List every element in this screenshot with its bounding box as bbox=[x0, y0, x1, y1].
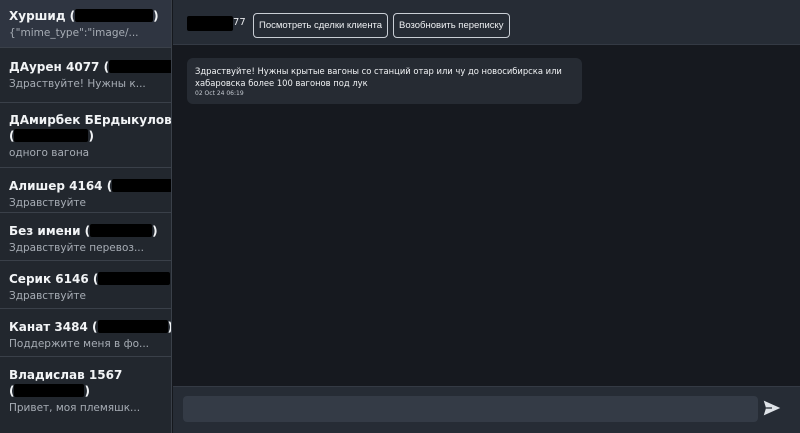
redacted-phone bbox=[98, 272, 171, 285]
chat-name-line2: () bbox=[9, 383, 163, 399]
chat-name-text: Канат 3484 ( bbox=[9, 320, 98, 334]
contact-id-suffix: 77 bbox=[233, 17, 246, 28]
chat-list-item[interactable]: Владислав 1567 () Привет, моя племяшк... bbox=[0, 357, 171, 427]
chat-name-suffix: ) bbox=[152, 224, 158, 238]
chat-name: Хуршид () bbox=[9, 8, 163, 24]
chat-list-sidebar: Хуршид () {"mime_type":"image/... ДАурен… bbox=[0, 0, 172, 433]
redacted-phone bbox=[90, 224, 153, 237]
redacted-phone bbox=[112, 179, 171, 192]
chat-list-item[interactable]: ДАурен 4077 () Здраствуйте! Нужны к... bbox=[0, 48, 171, 103]
chat-list-item[interactable]: Серик 6146 () Здравствуйте bbox=[0, 261, 171, 309]
chat-preview: Здраствуйте! Нужны к... bbox=[9, 78, 146, 90]
chat-list-item[interactable]: Хуршид () {"mime_type":"image/... bbox=[0, 0, 171, 48]
chat-list-item[interactable]: Алишер 4164 () Здравствуйте bbox=[0, 168, 171, 213]
redacted-contact-name bbox=[187, 16, 233, 31]
chat-name: ДАмирбек БЕрдыкулов bbox=[9, 112, 171, 128]
chat-name-text: Алишер 4164 ( bbox=[9, 179, 113, 193]
send-button[interactable] bbox=[761, 397, 783, 419]
chat-name: Серик 6146 () bbox=[9, 271, 171, 287]
chat-preview: Привет, моя племяшк... bbox=[9, 402, 141, 414]
chat-name-text: Без имени ( bbox=[9, 224, 91, 238]
view-client-deals-button[interactable]: Посмотреть сделки клиента bbox=[253, 13, 389, 38]
chat-preview: Здравствуйте перевоз... bbox=[9, 242, 144, 254]
resume-conversation-button[interactable]: Возобновить переписку bbox=[393, 13, 510, 38]
redacted-phone bbox=[75, 9, 154, 22]
chat-main-panel: 77 Посмотреть сделки клиента Возобновить… bbox=[173, 0, 800, 433]
chat-header: 77 Посмотреть сделки клиента Возобновить… bbox=[173, 0, 800, 45]
redacted-phone bbox=[97, 320, 168, 333]
redacted-phone bbox=[109, 60, 171, 73]
chat-name-suffix: ) bbox=[84, 384, 90, 398]
chat-name: Канат 3484 () bbox=[9, 319, 171, 335]
message-text: Здраствуйте! Нужны крытые вагоны со стан… bbox=[195, 66, 562, 88]
chat-name: ДАурен 4077 () bbox=[9, 59, 171, 75]
chat-name-text: Хуршид ( bbox=[9, 9, 76, 23]
chat-name: Без имени () bbox=[9, 223, 163, 239]
chat-name-text: Серик 6146 ( bbox=[9, 272, 99, 286]
chat-name-text: ДАурен 4077 ( bbox=[9, 60, 110, 74]
chat-preview: Поддержите меня в фо... bbox=[9, 338, 150, 350]
chat-preview: {"mime_type":"image/... bbox=[9, 27, 139, 39]
chat-name-suffix: ) bbox=[153, 9, 159, 23]
message-list: Здраствуйте! Нужны крытые вагоны со стан… bbox=[173, 46, 800, 386]
chat-name-suffix: ) bbox=[88, 129, 94, 143]
chat-name: Владислав 1567 bbox=[9, 367, 163, 383]
chat-name-text: Владислав 1567 bbox=[9, 368, 123, 382]
chat-list-item[interactable]: ДАмирбек БЕрдыкулов () одного вагона bbox=[0, 103, 171, 168]
chat-name-suffix: ) bbox=[170, 272, 171, 286]
chat-name-line2: () bbox=[9, 128, 163, 144]
message-timestamp: 02 Oct 24 06:19 bbox=[195, 90, 244, 97]
chat-list-item[interactable]: Канат 3484 () Поддержите меня в фо... bbox=[0, 309, 171, 357]
chat-name: Алишер 4164 () bbox=[9, 178, 171, 194]
chat-name-suffix: ) bbox=[168, 320, 172, 334]
message-composer bbox=[173, 386, 800, 433]
incoming-message-bubble: Здраствуйте! Нужны крытые вагоны со стан… bbox=[187, 58, 582, 104]
chat-preview: Здравствуйте bbox=[9, 290, 86, 302]
chat-preview: одного вагона bbox=[9, 147, 90, 159]
redacted-phone bbox=[14, 384, 85, 397]
redacted-phone bbox=[14, 129, 89, 142]
chat-list-item[interactable]: Без имени () Здравствуйте перевоз... bbox=[0, 213, 171, 261]
send-icon bbox=[763, 400, 781, 416]
message-input[interactable] bbox=[183, 396, 758, 422]
chat-name-text: ДАмирбек БЕрдыкулов bbox=[9, 113, 172, 127]
chat-preview: Здравствуйте bbox=[9, 197, 86, 209]
